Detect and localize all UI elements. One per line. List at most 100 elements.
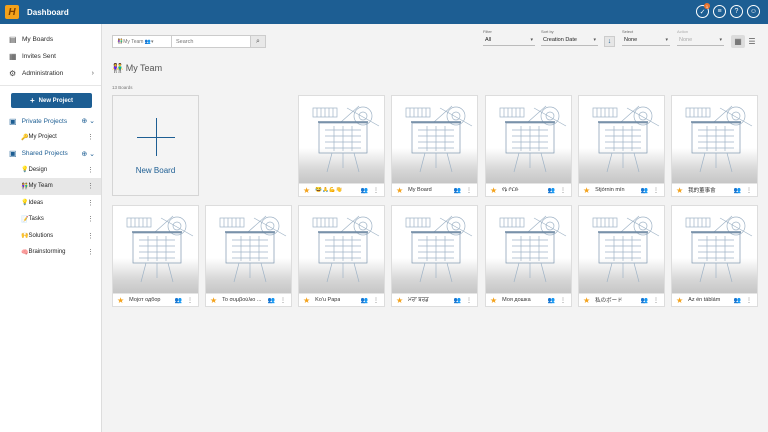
board-thumbnail[interactable] [299,96,384,183]
search-input[interactable] [172,36,250,47]
star-icon[interactable]: ★ [490,296,497,305]
board-thumbnail[interactable] [579,206,664,293]
more-icon[interactable]: ⋮ [746,187,752,194]
star-icon[interactable]: ★ [490,186,497,195]
sidebar-item-invites-sent[interactable]: ▦ Invites Sent [0,48,101,65]
project-tasks[interactable]: 📝 Tasks ⋮ [0,211,101,228]
more-icon[interactable]: ⋮ [653,297,659,304]
board-card[interactable]: ★ Το συμβούλιο ... 👥 ⋮ [205,205,292,307]
notifications-icon[interactable]: ✓ 1 [696,3,710,18]
share-icon[interactable]: 👥 [175,297,182,304]
new-project-button[interactable]: + New Project [11,93,92,108]
boards-icon: ▤ [9,34,17,44]
select-dropdown[interactable]: Select None ▾ [622,29,670,46]
project-my-project[interactable]: 🔑 My Project ⋮ [0,129,101,146]
private-projects-header[interactable]: ▣ Private Projects ⊕ ⌄ [0,113,101,129]
board-count: 13 Boards [112,85,133,90]
share-icon[interactable]: 👥 [454,297,461,304]
board-thumbnail[interactable] [579,96,664,183]
board-card[interactable]: ★ Stjórnin mín 👥 ⋮ [578,95,665,197]
project-solutions[interactable]: 🙌 Solutions ⋮ [0,228,101,245]
more-icon[interactable]: ⋮ [87,133,94,141]
more-icon[interactable]: ⋮ [87,199,94,207]
more-icon[interactable]: ⋮ [560,297,566,304]
star-icon[interactable]: ★ [583,186,590,195]
share-icon[interactable]: 👥 [268,297,275,304]
more-icon[interactable]: ⋮ [87,215,94,223]
board-card[interactable]: ★ Моя дошка 👥 ⋮ [485,205,572,307]
sidebar-item-administration[interactable]: ⚙ Administration › [0,65,101,82]
more-icon[interactable]: ⋮ [87,232,94,240]
board-card[interactable]: ★ 😂🙏💪👋 👥 ⋮ [298,95,385,197]
share-icon[interactable]: 👥 [548,187,555,194]
sort-direction-button[interactable]: ↓ [604,36,615,47]
board-thumbnail[interactable] [392,206,477,293]
share-icon[interactable]: 👥 [361,297,368,304]
star-icon[interactable]: ★ [303,296,310,305]
board-thumbnail[interactable] [113,206,198,293]
board-card[interactable]: ★ 我的董事會 👥 ⋮ [671,95,758,197]
board-card[interactable]: ★ Мојот одбор 👥 ⋮ [112,205,199,307]
board-thumbnail[interactable] [672,96,757,183]
list-icon[interactable]: ≡ [713,5,726,18]
star-icon[interactable]: ★ [396,296,403,305]
help-icon[interactable]: ? [730,5,743,18]
more-icon[interactable]: ⋮ [466,187,472,194]
board-card[interactable]: ★ Az én táblám 👥 ⋮ [671,205,758,307]
more-icon[interactable]: ⋮ [373,187,379,194]
share-icon[interactable]: 👥 [641,297,648,304]
share-icon[interactable]: 👥 [361,187,368,194]
action-dropdown[interactable]: Action None ▾ [677,29,724,46]
board-card[interactable]: ★ ਮੇਰਾ ਬੋਰਡ 👥 ⋮ [391,205,478,307]
star-icon[interactable]: ★ [583,296,590,305]
project-my-team[interactable]: 👫 My Team ⋮ [0,178,101,195]
sidebar-item-my-boards[interactable]: ▤ My Boards [0,31,101,48]
more-icon[interactable]: ⋮ [87,166,94,174]
more-icon[interactable]: ⋮ [87,182,94,190]
new-board-card[interactable]: New Board [112,95,199,196]
section-tools[interactable]: ⊕ ⌄ [81,117,95,125]
search-scope-select[interactable]: 👫 My Team 👥▾ [113,36,172,47]
share-icon[interactable]: 👥 [734,297,741,304]
board-card[interactable]: ★ My Board 👥 ⋮ [391,95,478,197]
star-icon[interactable]: ★ [396,186,403,195]
board-card[interactable]: ★ Ko'u Papa 👥 ⋮ [298,205,385,307]
project-brainstorming[interactable]: 🧠 Brainstorming ⋮ [0,244,101,261]
more-icon[interactable]: ⋮ [746,297,752,304]
section-tools[interactable]: ⊕ ⌄ [81,150,95,158]
star-icon[interactable]: ★ [117,296,124,305]
board-card[interactable]: ★ 私のボード 👥 ⋮ [578,205,665,307]
more-icon[interactable]: ⋮ [466,297,472,304]
sort-dropdown[interactable]: Sort by Creation Date ▾ [541,29,598,46]
more-icon[interactable]: ⋮ [87,248,94,256]
list-view-icon[interactable]: ☰ [745,35,759,48]
shared-projects-header[interactable]: ▣ Shared Projects ⊕ ⌄ [0,146,101,162]
board-thumbnail[interactable] [486,96,571,183]
project-design[interactable]: 💡 Design ⋮ [0,162,101,179]
share-icon[interactable]: 👥 [734,187,741,194]
board-thumbnail[interactable] [206,206,291,293]
board-thumbnail[interactable] [672,206,757,293]
search-icon[interactable]: ⌕ [250,36,265,47]
share-icon[interactable]: 👥 [641,187,648,194]
more-icon[interactable]: ⋮ [280,297,286,304]
project-ideas[interactable]: 💡 Ideas ⋮ [0,195,101,212]
board-thumbnail[interactable] [299,206,384,293]
share-icon[interactable]: 👥 [454,187,461,194]
more-icon[interactable]: ⋮ [373,297,379,304]
app-logo[interactable]: H [5,5,19,19]
star-icon[interactable]: ★ [676,296,683,305]
user-icon[interactable]: ☺ [747,5,760,18]
star-icon[interactable]: ★ [210,296,217,305]
board-card[interactable]: ★ የኔ ቦርድ 👥 ⋮ [485,95,572,197]
star-icon[interactable]: ★ [303,186,310,195]
grid-view-icon[interactable]: ▦ [731,35,745,48]
board-thumbnail[interactable] [486,206,571,293]
more-icon[interactable]: ⋮ [560,187,566,194]
filter-dropdown[interactable]: Filter All ▾ [483,29,535,46]
star-icon[interactable]: ★ [676,186,683,195]
more-icon[interactable]: ⋮ [187,297,193,304]
more-icon[interactable]: ⋮ [653,187,659,194]
share-icon[interactable]: 👥 [548,297,555,304]
board-thumbnail[interactable] [392,96,477,183]
